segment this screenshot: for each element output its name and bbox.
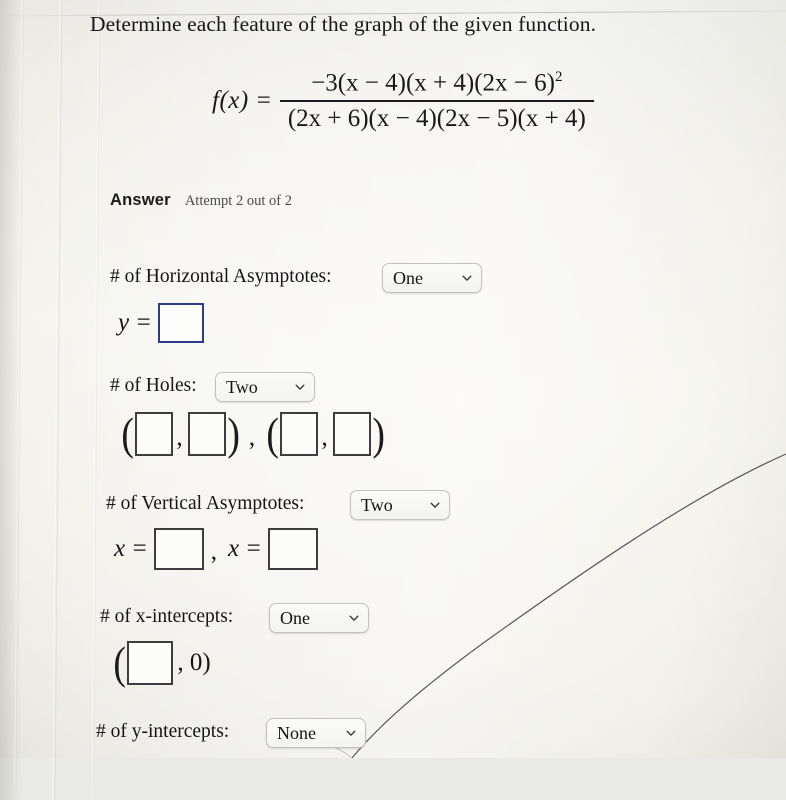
ha-equals: = (136, 309, 151, 336)
chevron-down-icon (462, 275, 472, 281)
formula-denominator: (2x + 6)(x − 4)(2x − 5)(x + 4) (287, 104, 586, 132)
chevron-down-icon (430, 502, 440, 508)
hole-2-open-paren: ( (266, 408, 280, 460)
answer-header: Answer Attempt 2 out of 2 (110, 191, 292, 210)
va-1-variable: x (114, 535, 126, 562)
answer-label: Answer (110, 191, 171, 209)
hole-1-open-paren: ( (121, 408, 134, 460)
vertical-asymptote-2-input[interactable] (267, 528, 318, 570)
page-title: Determine each feature of the graph of t… (90, 12, 597, 36)
formula-numerator: −3(x − 4)(x + 4)(2x − 6)2 (303, 69, 570, 100)
formula-equals: = (256, 87, 271, 115)
hole-2-x-input[interactable] (280, 412, 319, 456)
ha-variable: y (118, 309, 130, 336)
vertical-asymptotes-dropdown[interactable]: Two (350, 490, 450, 520)
y-intercepts-label: # of y-intercepts: (96, 721, 230, 742)
hole-2-close-paren: ) (372, 408, 385, 460)
horizontal-asymptote-value-input[interactable] (157, 303, 204, 343)
hole-2-y-input[interactable] (332, 412, 371, 456)
x-intercept-value-input[interactable] (127, 641, 174, 685)
hole-1-x-input[interactable] (135, 412, 174, 456)
x-intercept-coordinate: ( , 0) (112, 637, 211, 689)
hole-1-comma: , (176, 424, 183, 451)
x-intercept-open-paren: ( (113, 637, 126, 689)
formula-fraction: −3(x − 4)(x + 4)(2x − 6)2 (2x + 6)(x − 4… (279, 69, 594, 132)
vertical-asymptotes-dropdown-value: Two (361, 495, 393, 515)
vertical-asymptote-1-input[interactable] (153, 528, 204, 570)
holes-label: # of Holes: (110, 375, 197, 396)
x-intercepts-label: # of x-intercepts: (100, 606, 234, 627)
hole-1-y-input[interactable] (187, 412, 226, 456)
holes-coordinates: ( , ) , ( , ) (120, 408, 386, 460)
holes-dropdown[interactable]: Two (215, 372, 315, 402)
va-2-variable: x (227, 535, 240, 562)
x-intercepts-dropdown[interactable]: One (269, 603, 369, 633)
vertical-asymptote-equations: x = , x = (114, 528, 318, 570)
chevron-down-icon (349, 615, 359, 621)
va-1-equals: = (132, 535, 147, 562)
question-content: Determine each feature of the graph of t… (0, 0, 786, 758)
formula-lhs: f(x) (212, 87, 249, 115)
y-intercepts-dropdown-value: None (277, 723, 316, 743)
chevron-down-icon (346, 730, 356, 736)
y-intercepts-dropdown[interactable]: None (266, 718, 366, 748)
horizontal-asymptotes-label: # of Horizontal Asymptotes: (110, 266, 332, 287)
va-separator: , (210, 538, 217, 565)
formula-numerator-exponent: 2 (554, 69, 563, 85)
vertical-asymptotes-label: # of Vertical Asymptotes: (106, 493, 305, 514)
horizontal-asymptote-equation: y = (118, 303, 204, 343)
horizontal-asymptotes-dropdown[interactable]: One (382, 263, 482, 293)
x-intercept-tail: , 0) (177, 649, 211, 676)
function-formula: f(x) = −3(x − 4)(x + 4)(2x − 6)2 (2x + 6… (212, 69, 594, 132)
holes-dropdown-value: Two (226, 377, 258, 397)
horizontal-asymptotes-dropdown-value: One (393, 268, 423, 288)
hole-2-comma: , (321, 424, 328, 451)
va-2-equals: = (246, 535, 261, 562)
hole-1-close-paren: ) (226, 408, 240, 460)
x-intercepts-dropdown-value: One (280, 608, 310, 628)
chevron-down-icon (295, 384, 305, 390)
holes-pair-separator: , (248, 424, 256, 451)
formula-numerator-text: −3(x − 4)(x + 4)(2x − 6) (311, 69, 555, 97)
attempt-counter: Attempt 2 out of 2 (184, 193, 292, 209)
